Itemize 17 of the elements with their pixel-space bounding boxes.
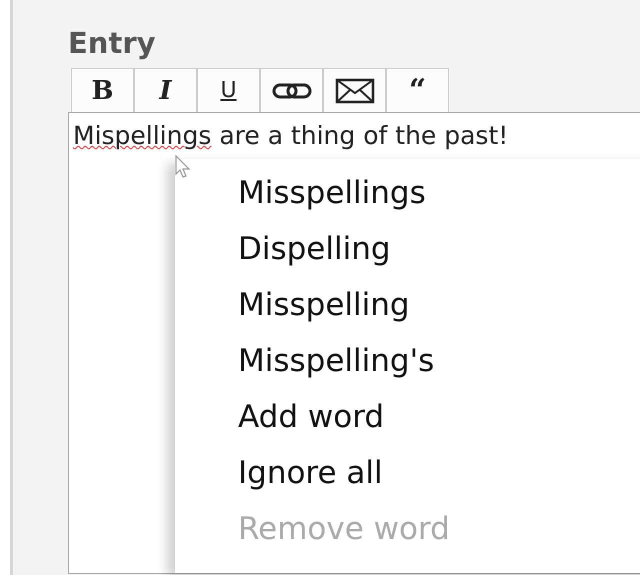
italic-button[interactable]: I [134,68,197,112]
mouse-pointer-icon [175,155,191,179]
underline-button[interactable]: U [197,68,260,112]
menu-item[interactable]: Misspelling's [238,333,640,389]
menu-item[interactable]: Dispelling [238,221,640,277]
menu-item[interactable]: Add word [238,389,640,445]
envelope-icon [334,78,374,104]
link-icon [272,82,312,100]
quote-button[interactable]: “ [386,68,449,112]
mail-button[interactable] [323,68,386,112]
link-button[interactable] [260,68,323,112]
bold-button[interactable]: B [71,68,134,112]
menu-item[interactable]: Misspellings [238,165,640,221]
section-title: Entry [68,26,157,60]
menu-item[interactable]: Ignore all [238,445,640,501]
editor-text: Mispellings are a thing of the past! [72,120,510,150]
menu-item[interactable]: Misspelling [238,277,640,333]
